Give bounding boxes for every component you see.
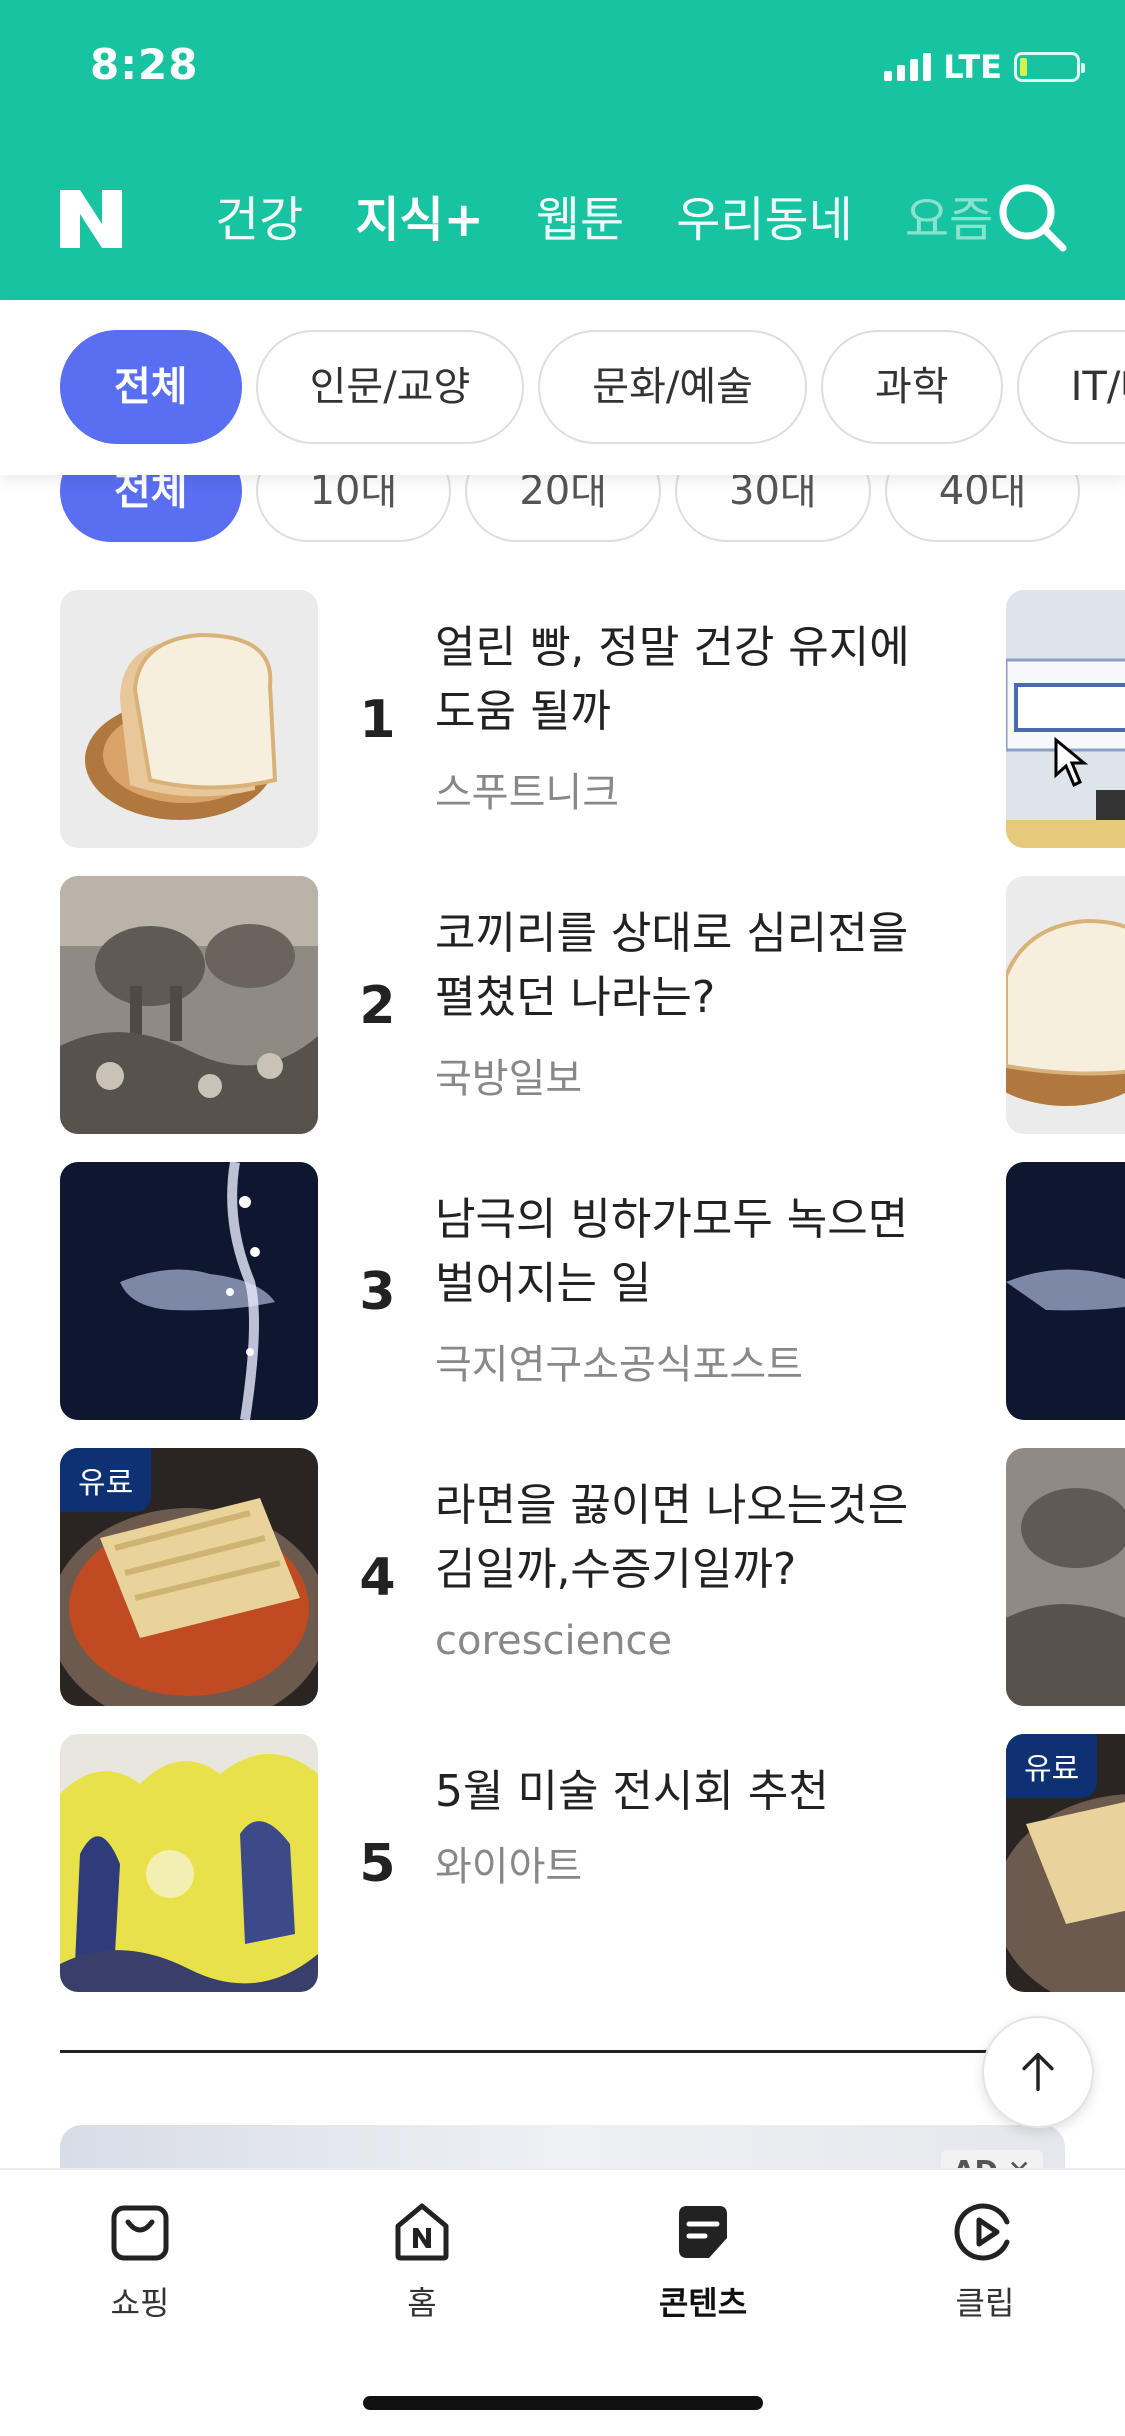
- next-column-thumbnail[interactable]: [1006, 590, 1125, 848]
- bread-thumbnail: [60, 590, 318, 848]
- tab-knowledge-plus[interactable]: 지식+: [355, 180, 484, 260]
- list-item[interactable]: 1 얼린 빵, 정말 건강 유지에 도움 될까 스푸트니크: [0, 590, 1000, 850]
- article-source: corescience: [435, 1618, 673, 1664]
- chip-culture-art[interactable]: 문화/예술: [538, 330, 807, 444]
- rank-number: 1: [359, 690, 396, 750]
- top-header: 8:28 LTE 건강 지식+ 웹툰 우리동네 요즘: [0, 0, 1125, 300]
- tab-neighborhood[interactable]: 우리동네: [676, 180, 853, 260]
- list-item[interactable]: 5 5월 미술 전시회 추천 와이아트: [0, 1734, 1000, 1994]
- article-source: 극지연구소공식포스트: [435, 1342, 803, 1388]
- next-column-thumbnail[interactable]: [1006, 876, 1125, 1134]
- article-title: 얼린 빵, 정말 건강 유지에 도움 될까: [435, 622, 910, 737]
- search-icon[interactable]: [993, 178, 1073, 258]
- paid-badge: 유료: [1006, 1734, 1098, 1798]
- article-source: 스푸트니크: [435, 770, 619, 816]
- battery-icon: [1014, 52, 1085, 82]
- chip-science[interactable]: 과학: [820, 330, 1003, 444]
- nav-contents[interactable]: 콘텐츠: [623, 2200, 783, 2324]
- arrow-up-icon: [1022, 2052, 1054, 2092]
- home-indicator: [363, 2396, 763, 2410]
- rank-number: 4: [359, 1548, 396, 1608]
- article-source: 국방일보: [435, 1056, 583, 1102]
- article-source: 와이아트: [435, 1844, 583, 1890]
- rank-number: 5: [359, 1834, 396, 1894]
- tab-trending[interactable]: 요즘: [905, 180, 993, 260]
- battle-engraving-thumbnail: [60, 876, 318, 1134]
- scroll-to-top-button[interactable]: [982, 2016, 1094, 2128]
- chip-humanities[interactable]: 인문/교양: [255, 330, 525, 444]
- article-title: 5월 미술 전시회 추천: [435, 1766, 829, 1817]
- next-column-thumbnail[interactable]: 유료: [1006, 1734, 1125, 1992]
- tab-health[interactable]: 건강: [215, 180, 303, 260]
- nav-label: 홈: [407, 2284, 437, 2322]
- glacier-thumbnail: [60, 1162, 318, 1420]
- nav-label: 쇼핑: [110, 2284, 170, 2322]
- subcategory-bar: 전체 인문/교양 문화/예술 과학 IT/테크: [0, 300, 1125, 475]
- list-item[interactable]: 유료 4 라면을 끓이면 나오는것은 김일까,수증기일까? corescienc…: [0, 1448, 1000, 1708]
- status-time: 8:28: [90, 40, 199, 89]
- nav-label: 콘텐츠: [658, 2284, 748, 2322]
- next-column-thumbnail[interactable]: [1006, 1162, 1125, 1420]
- category-tabs: 건강 지식+ 웹툰 우리동네 요즘: [215, 180, 995, 260]
- ramen-thumbnail: 유료: [60, 1448, 318, 1706]
- nav-label: 클립: [955, 2284, 1015, 2322]
- network-label: LTE: [943, 48, 1002, 86]
- chip-it-tech[interactable]: IT/테크: [1016, 330, 1125, 444]
- nav-home[interactable]: 홈: [342, 2200, 502, 2324]
- tab-webtoon[interactable]: 웹툰: [536, 180, 624, 260]
- home-icon: [395, 2203, 449, 2261]
- contents-icon: [679, 2206, 727, 2258]
- article-title: 코끼리를 상대로 심리전을 펼쳤던 나라는?: [435, 908, 909, 1023]
- rank-number: 2: [359, 976, 396, 1036]
- clip-icon: [954, 2203, 1010, 2261]
- list-item[interactable]: 2 코끼리를 상대로 심리전을 펼쳤던 나라는? 국방일보: [0, 876, 1000, 1136]
- status-indicators: LTE: [884, 48, 1085, 86]
- shopping-bag-icon: [111, 2205, 169, 2261]
- article-title: 라면을 끓이면 나오는것은 김일까,수증기일까?: [435, 1480, 909, 1595]
- rank-number: 3: [359, 1262, 396, 1322]
- next-column-thumbnail[interactable]: [1006, 1448, 1125, 1706]
- artwork-thumbnail: [60, 1734, 318, 1992]
- signal-icon: [884, 53, 932, 81]
- nav-shopping[interactable]: 쇼핑: [60, 2200, 220, 2324]
- nav-clip[interactable]: 클립: [905, 2200, 1065, 2324]
- article-title: 남극의 빙하가모두 녹으면 벌어지는 일: [435, 1194, 909, 1309]
- chip-all[interactable]: 전체: [60, 330, 242, 444]
- list-item[interactable]: 3 남극의 빙하가모두 녹으면 벌어지는 일 극지연구소공식포스트: [0, 1162, 1000, 1422]
- naver-logo[interactable]: [58, 188, 124, 250]
- section-divider: [60, 2050, 1080, 2053]
- paid-badge: 유료: [60, 1448, 152, 1512]
